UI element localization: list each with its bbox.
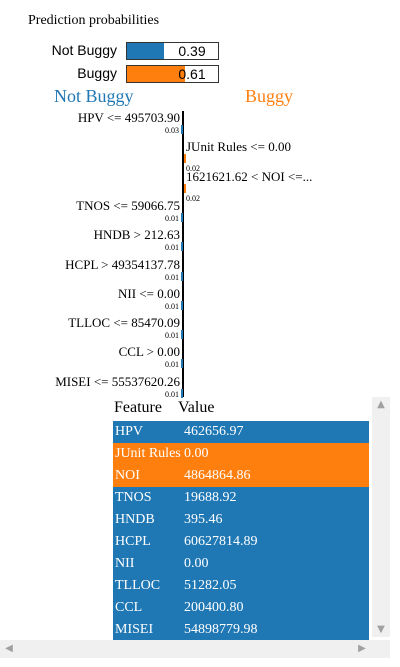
vertical-scrollbar[interactable]: ▲ ▼ [372,397,390,637]
table-row: TLLOC 51282.05 [113,575,369,597]
feature-weight-value: 0.01 [165,360,179,370]
feature-bar [181,388,183,398]
feature-bar [181,359,183,369]
feature-label: TLLOC <= 85470.09 [68,315,180,331]
feature-label: CCL > 0.00 [118,344,180,360]
probability-fill [127,43,165,59]
feature-weight-value: 0.02 [186,193,200,203]
scroll-left-icon[interactable]: ◀ [3,643,15,654]
feature-weight-value: 0.01 [165,389,179,399]
feature-label: HPV <= 495703.90 [77,110,180,125]
table-row: HCPL 60627814.89 [113,531,369,553]
feature-cell: TLLOC [115,578,161,593]
chart-title: Prediction probabilities [28,13,160,28]
feature-cell: HNDB [115,512,155,527]
table-header-value: Value [178,399,215,416]
value-cell: 395.46 [184,512,223,527]
feature-cell: CCL [115,600,143,615]
probability-value: 0.61 [178,66,206,82]
table-row: JUnit Rules 0.00 [113,443,369,465]
value-cell: 54898779.98 [184,622,258,637]
feature-bar [184,183,186,193]
table-row: MISEI 54898779.98 [113,619,369,641]
feature-bar [181,300,183,310]
table-header-feature: Feature [114,399,162,416]
feature-weight-value: 0.01 [165,243,179,253]
feature-cell: HPV [115,424,144,439]
probability-value: 0.39 [178,43,206,59]
probability-label: Buggy [77,65,117,81]
feature-weight-value: 0.01 [165,272,179,282]
feature-label: HCPL > 49354137.78 [65,256,180,272]
class-right-heading: Buggy [245,86,294,106]
feature-cell: TNOS [115,490,152,505]
feature-bar [181,271,183,281]
feature-label: MISEI <= 55537620.26 [55,373,180,389]
feature-cell: JUnit Rules [115,446,181,461]
value-cell: 0.00 [184,446,209,461]
scroll-up-icon[interactable]: ▲ [372,399,390,410]
value-cell: 4864864.86 [184,468,251,483]
table-row: CCL 200400.80 [113,597,369,619]
probability-bar: 0.39 [126,42,219,60]
table-row: HPV 462656.97 [113,421,369,443]
table-row: NII 0.00 [113,553,369,575]
table-row: TNOS 19688.92 [113,487,369,509]
feature-label: NII <= 0.00 [118,285,180,301]
value-cell: 0.00 [184,556,209,571]
feature-cell: HCPL [115,534,151,549]
table-row: NOI 4864864.86 [113,465,369,487]
probability-bar: 0.61 [126,65,219,83]
table-row: HNDB 395.46 [113,509,369,531]
feature-cell: MISEI [115,622,154,637]
class-left-heading: Not Buggy [54,86,134,106]
value-cell: 19688.92 [184,490,237,505]
feature-bar [181,330,183,340]
feature-weight-value: 0.01 [165,331,179,341]
feature-bar [181,212,183,222]
feature-bar [184,154,186,164]
feature-label: TNOS <= 59066.75 [76,197,180,213]
feature-cell: NOI [115,468,140,483]
horizontal-scrollbar[interactable]: ◀ ▶ [0,640,390,658]
probability-label: Not Buggy [51,42,117,58]
feature-weight-value: 0.01 [165,301,179,311]
value-cell: 51282.05 [184,578,237,593]
feature-bar [181,242,183,252]
feature-bar [180,125,183,134]
feature-label: JUnit Rules <= 0.00 [186,139,291,155]
feature-label: HNDB > 212.63 [93,227,180,243]
scroll-down-icon[interactable]: ▼ [372,624,390,635]
value-cell: 60627814.89 [184,534,258,549]
feature-weight-value: 0.03 [165,126,179,135]
value-cell: 462656.97 [184,424,244,439]
feature-weight-value: 0.01 [165,213,179,223]
feature-cell: NII [115,556,135,571]
feature-label: 1621621.62 < NOI <=... [186,168,313,184]
scroll-right-icon[interactable]: ▶ [356,643,368,654]
value-cell: 200400.80 [184,600,244,615]
